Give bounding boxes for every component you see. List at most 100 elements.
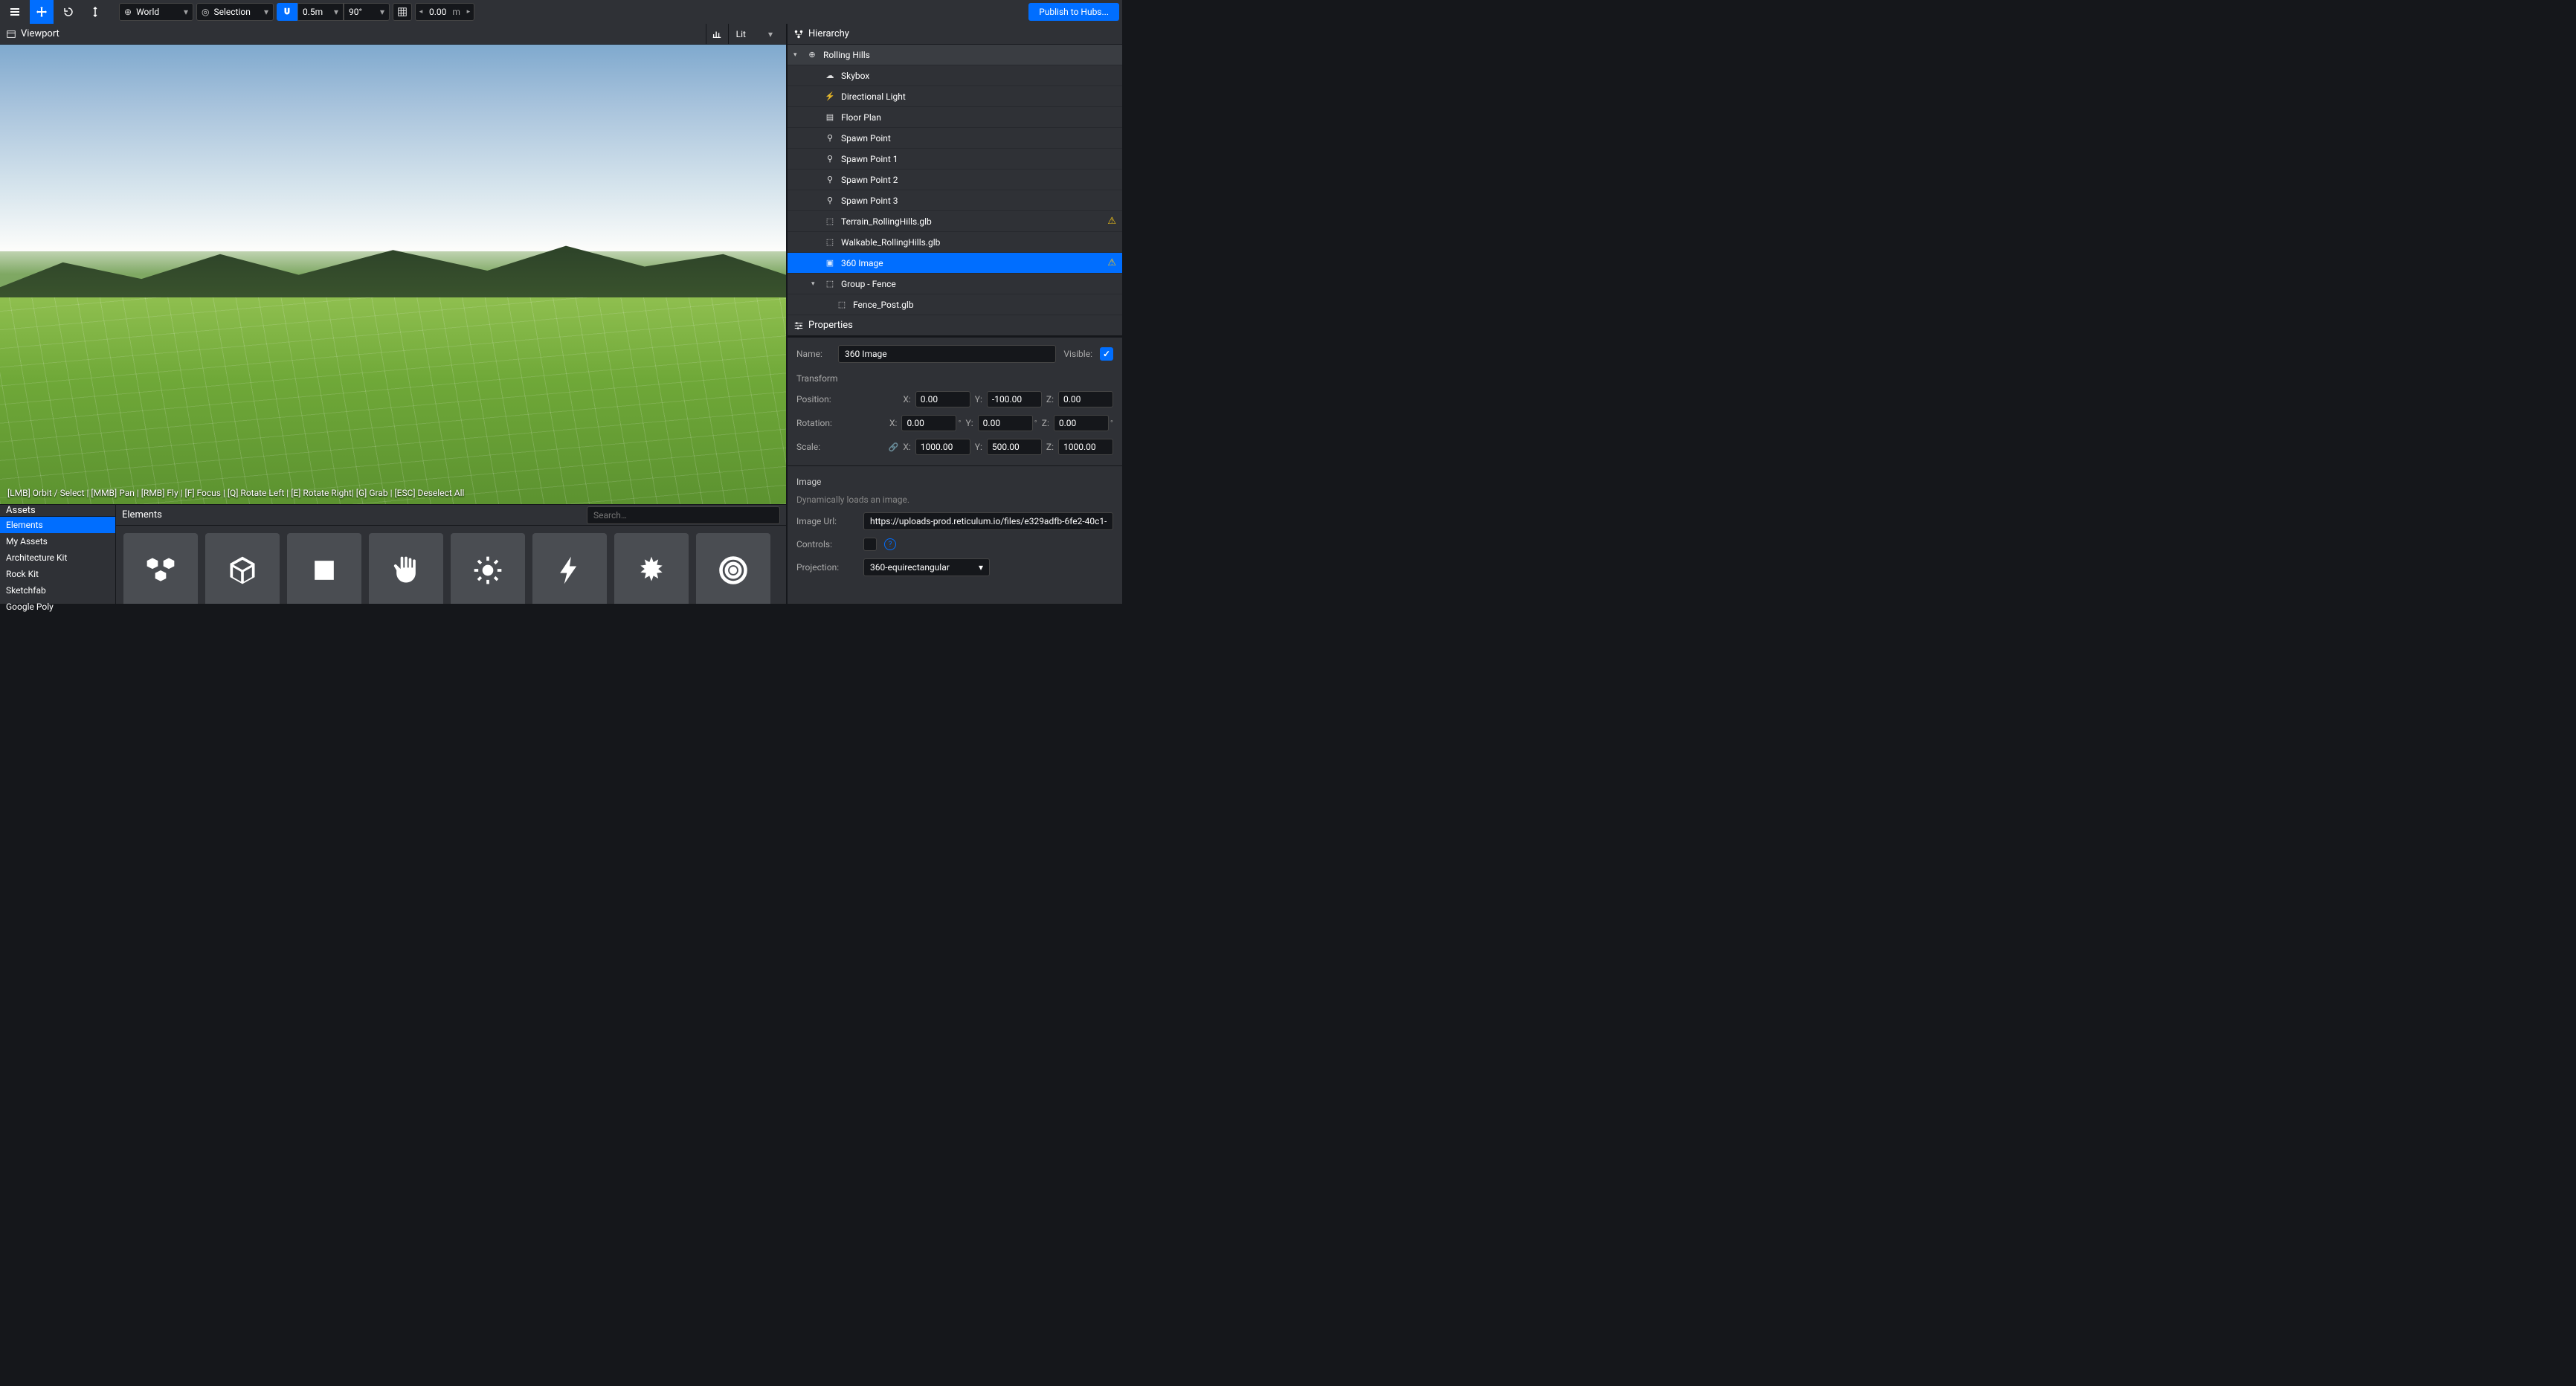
asset-category-elements[interactable]: Elements	[0, 517, 115, 533]
viewport-title: Viewport	[21, 28, 59, 39]
hierarchy-label: Fence_Post.glb	[853, 300, 914, 310]
grid-size-control[interactable]: ◂ 0.00 m ▸	[415, 3, 474, 21]
hierarchy-item-skybox[interactable]: ☁ Skybox	[788, 65, 1122, 86]
asset-category-sketchfab[interactable]: Sketchfab	[0, 582, 115, 599]
chart-icon	[712, 29, 722, 39]
rotation-x[interactable]	[901, 415, 956, 431]
chevron-down-icon: ▾	[979, 562, 983, 573]
element-tile-group[interactable]: Group	[123, 533, 198, 604]
rotate-tool-button[interactable]	[57, 0, 80, 24]
translate-tool-button[interactable]	[30, 0, 54, 24]
element-tile-spot-light[interactable]: Spot Light	[696, 533, 770, 604]
image-url-label: Image Url:	[796, 516, 856, 526]
snap-toggle[interactable]	[277, 3, 297, 21]
asset-category-google-poly[interactable]: Google Poly	[0, 599, 115, 615]
chevron-down-icon: ▾	[380, 7, 384, 17]
search-input[interactable]	[587, 506, 780, 524]
increment-arrow[interactable]: ▸	[463, 8, 474, 16]
snap-angle-dropdown[interactable]: 90° ▾	[344, 3, 390, 21]
viewport-canvas[interactable]: [LMB] Orbit / Select | [MMB] Pan | [RMB]…	[0, 45, 786, 504]
axis-x: X:	[903, 394, 910, 404]
stats-button[interactable]	[706, 24, 728, 45]
hierarchy-item-spawn-point-3[interactable]: ⚲Spawn Point 3	[788, 190, 1122, 211]
hierarchy-item-spawn-point-2[interactable]: ⚲Spawn Point 2	[788, 170, 1122, 190]
cloud-icon: ☁	[825, 71, 835, 80]
spawn-icon: ⚲	[825, 175, 835, 184]
hierarchy-item-360-image[interactable]: ▣360 Image⚠	[788, 253, 1122, 274]
visible-checkbox[interactable]	[1100, 347, 1113, 361]
transform-space-dropdown[interactable]: ⊕ World ▾	[119, 3, 193, 21]
scale-tool-button[interactable]	[83, 0, 107, 24]
sliders-icon	[793, 320, 804, 331]
assets-categories: Assets ElementsMy AssetsArchitecture Kit…	[0, 505, 116, 604]
element-tile-directional-light[interactable]: Directional Light	[532, 533, 607, 604]
position-x[interactable]	[915, 391, 970, 407]
viewport-hints: [LMB] Orbit / Select | [MMB] Pan | [RMB]…	[7, 488, 464, 498]
element-tile-ground-plane[interactable]: Ground Plane	[287, 533, 361, 604]
snap-distance-dropdown[interactable]: 0.5m ▾	[297, 3, 344, 21]
snap-controls: 0.5m ▾ 90° ▾	[277, 3, 390, 21]
publish-button[interactable]: Publish to Hubs...	[1028, 3, 1119, 21]
asset-category-my-assets[interactable]: My Assets	[0, 533, 115, 549]
hierarchy-item-group-fence[interactable]: ▾⬚Group - Fence	[788, 274, 1122, 294]
spawn-icon: ⚲	[825, 196, 835, 205]
image-section-title: Image	[796, 477, 1113, 487]
hierarchy-item-terrain-rollinghills-glb[interactable]: ⬚ Terrain_RollingHills.glb ⚠	[788, 211, 1122, 232]
viewport-header: Viewport Lit ▾	[0, 24, 786, 45]
asset-category-rock-kit[interactable]: Rock Kit	[0, 566, 115, 582]
expander-icon: ▾	[793, 51, 801, 59]
hierarchy-item-rolling-hills[interactable]: ▾⊕Rolling Hills	[788, 45, 1122, 65]
hierarchy-item-spawn-point[interactable]: ⚲ Spawn Point	[788, 128, 1122, 149]
hierarchy-label: Spawn Point 1	[841, 154, 898, 164]
hierarchy-label: Skybox	[841, 71, 869, 81]
pivot-dropdown[interactable]: ◎ Selection ▾	[196, 3, 274, 21]
hand-icon	[390, 554, 422, 587]
element-tile-ambient-light[interactable]: Ambient Light	[451, 533, 525, 604]
position-z[interactable]	[1058, 391, 1113, 407]
hierarchy-item-directional-light[interactable]: ⚡Directional Light	[788, 86, 1122, 107]
name-field[interactable]	[838, 345, 1056, 363]
properties-title: Properties	[808, 320, 853, 331]
expander-icon: ▾	[811, 280, 819, 288]
position-y[interactable]	[987, 391, 1042, 407]
shading-mode-dropdown[interactable]: Lit ▾	[728, 24, 780, 45]
projection-label: Projection:	[796, 562, 856, 573]
scale-icon	[89, 6, 101, 18]
transform-space-value: World	[136, 7, 159, 17]
target-icon: ◎	[202, 7, 209, 17]
decrement-arrow[interactable]: ◂	[416, 8, 426, 16]
projection-dropdown[interactable]: 360-equirectangular ▾	[863, 558, 990, 576]
element-tile-hemisphere-light[interactable]: Hemisphere Light	[614, 533, 689, 604]
cube-icon: ⬚	[825, 216, 835, 226]
magnet-icon	[282, 7, 292, 17]
element-tile-model[interactable]: Model	[205, 533, 280, 604]
axis-z: Z:	[1046, 394, 1054, 404]
scale-z[interactable]	[1058, 439, 1113, 455]
hierarchy-item-fence-post-glb[interactable]: ⬚Fence_Post.glb	[788, 294, 1122, 315]
grid-size-value: 0.00	[426, 7, 449, 17]
rotation-y[interactable]	[978, 415, 1033, 431]
element-tile-box-collider[interactable]: Box Collider	[369, 533, 443, 604]
move-icon	[36, 6, 48, 18]
controls-checkbox[interactable]	[863, 538, 877, 551]
warning-icon: ⚠	[1107, 216, 1116, 227]
properties-header: Properties	[788, 315, 1122, 336]
menu-button[interactable]	[3, 0, 27, 24]
spawn-icon: ⚲	[825, 133, 835, 143]
hierarchy-label: Spawn Point	[841, 133, 891, 144]
asset-category-architecture-kit[interactable]: Architecture Kit	[0, 549, 115, 566]
scale-y[interactable]	[987, 439, 1042, 455]
grid-overlay	[0, 297, 786, 504]
chevron-down-icon: ▾	[184, 7, 188, 17]
hierarchy-item-walkable-rollinghills-glb[interactable]: ⬚Walkable_RollingHills.glb	[788, 232, 1122, 253]
hierarchy-item-floor-plan[interactable]: ▤Floor Plan	[788, 107, 1122, 128]
rotation-z[interactable]	[1054, 415, 1109, 431]
position-label: Position:	[796, 394, 853, 404]
scale-x[interactable]	[915, 439, 970, 455]
image-url-field[interactable]	[863, 512, 1113, 530]
hierarchy-label: Terrain_RollingHills.glb	[841, 216, 932, 227]
hierarchy-item-spawn-point-1[interactable]: ⚲Spawn Point 1	[788, 149, 1122, 170]
link-icon[interactable]: 🔗	[889, 442, 899, 452]
grid-toggle[interactable]	[393, 3, 412, 21]
info-icon[interactable]: ?	[884, 538, 896, 550]
